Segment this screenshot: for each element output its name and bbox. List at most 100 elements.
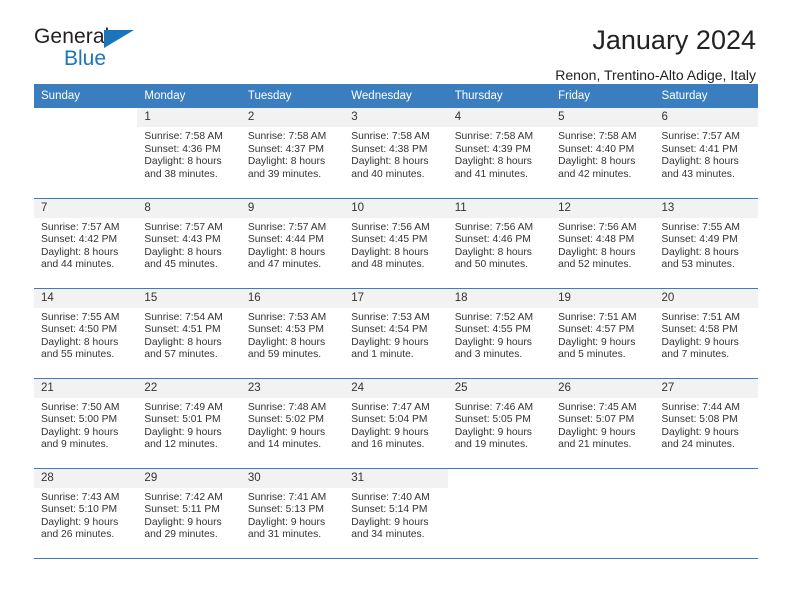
sunset-time: Sunset: 4:38 PM bbox=[351, 143, 428, 155]
day-details: Sunrise: 7:57 AM Sunset: 4:43 PM Daylight:… bbox=[137, 218, 240, 272]
calendar-day-cell[interactable]: 20 Sunrise: 7:51 AM Sunset: 4:58 PM Dayligh… bbox=[654, 287, 758, 378]
calendar-day-cell[interactable]: 21 Sunrise: 7:50 AM Sunset: 5:00 PM Dayligh… bbox=[34, 377, 138, 468]
day-number: 19 bbox=[551, 288, 655, 308]
daylight-duration-line1: Daylight: 8 hours bbox=[144, 246, 222, 258]
calendar-day-cell[interactable]: 2 Sunrise: 7:58 AM Sunset: 4:37 PM Daylight… bbox=[240, 108, 345, 198]
daylight-duration-line2: and 50 minutes. bbox=[454, 259, 528, 271]
calendar-day-cell[interactable]: 7 Sunrise: 7:57 AM Sunset: 4:42 PM Daylight… bbox=[34, 197, 138, 288]
daylight-duration-line2: and 48 minutes. bbox=[351, 259, 425, 271]
sunset-time: Sunset: 4:36 PM bbox=[144, 143, 221, 155]
daylight-duration-line1: Daylight: 8 hours bbox=[247, 336, 326, 348]
daylight-duration-line2: and 31 minutes. bbox=[247, 529, 322, 541]
calendar-day-cell[interactable]: 22 Sunrise: 7:49 AM Sunset: 5:01 PM Dayligh… bbox=[137, 377, 241, 468]
calendar-day-cell[interactable]: 16 Sunrise: 7:53 AM Sunset: 4:53 PM Dayligh… bbox=[240, 287, 345, 378]
weekday-header-saturday: Saturday bbox=[654, 84, 758, 108]
calendar-day-cell[interactable]: 12 Sunrise: 7:56 AM Sunset: 4:48 PM Dayligh… bbox=[551, 197, 655, 288]
calendar-day-cell[interactable]: 13 Sunrise: 7:55 AM Sunset: 4:49 PM Dayligh… bbox=[654, 197, 758, 288]
daylight-duration-line2: and 26 minutes. bbox=[41, 529, 115, 541]
sunset-time: Sunset: 4:58 PM bbox=[661, 324, 738, 336]
weekday-header-tuesday: Tuesday bbox=[240, 84, 345, 108]
calendar-day-cell[interactable]: 1 Sunrise: 7:58 AM Sunset: 4:36 PM Daylight… bbox=[137, 108, 241, 198]
logo-text-blue: Blue bbox=[64, 47, 107, 70]
calendar-week-row: 28 Sunrise: 7:43 AM Sunset: 5:10 PM Dayligh… bbox=[34, 467, 758, 559]
calendar-day-cell[interactable]: 23 Sunrise: 7:48 AM Sunset: 5:02 PM Dayligh… bbox=[240, 377, 345, 468]
calendar-day-cell[interactable]: 26 Sunrise: 7:45 AM Sunset: 5:07 PM Dayligh… bbox=[551, 377, 655, 468]
sunset-time: Sunset: 4:44 PM bbox=[247, 234, 324, 246]
calendar-day-cell[interactable]: 30 Sunrise: 7:41 AM Sunset: 5:13 PM Dayligh… bbox=[240, 467, 345, 559]
sunset-time: Sunset: 5:05 PM bbox=[454, 414, 531, 426]
calendar-day-cell[interactable]: 24 Sunrise: 7:47 AM Sunset: 5:04 PM Dayligh… bbox=[344, 377, 448, 468]
daylight-duration-line2: and 14 minutes. bbox=[247, 439, 322, 451]
daylight-duration-line1: Daylight: 8 hours bbox=[144, 156, 222, 168]
calendar-day-cell[interactable]: 31 Sunrise: 7:40 AM Sunset: 5:14 PM Dayligh… bbox=[344, 467, 448, 559]
calendar-day-cell[interactable]: 4 Sunrise: 7:58 AM Sunset: 4:39 PM Daylight… bbox=[447, 108, 552, 198]
daylight-duration-line1: Daylight: 9 hours bbox=[351, 336, 429, 348]
calendar-day-cell[interactable]: 19 Sunrise: 7:51 AM Sunset: 4:57 PM Dayligh… bbox=[551, 287, 655, 378]
daylight-duration-line1: Daylight: 9 hours bbox=[351, 516, 429, 528]
day-number: 22 bbox=[137, 378, 241, 398]
calendar-day-cell[interactable]: 6 Sunrise: 7:57 AM Sunset: 4:41 PM Daylight… bbox=[654, 108, 758, 198]
day-details: Sunrise: 7:58 AM Sunset: 4:38 PM Daylight:… bbox=[344, 127, 447, 181]
calendar-day-cell[interactable]: 10 Sunrise: 7:56 AM Sunset: 4:45 PM Dayligh… bbox=[344, 197, 448, 288]
sunrise-time: Sunrise: 7:49 AM bbox=[144, 401, 223, 413]
sunset-time: Sunset: 5:07 PM bbox=[558, 414, 635, 426]
calendar-week-row: 1 Sunrise: 7:58 AM Sunset: 4:36 PM Daylight… bbox=[34, 108, 758, 198]
day-details: Sunrise: 7:57 AM Sunset: 4:44 PM Daylight:… bbox=[241, 218, 344, 272]
day-details: Sunrise: 7:51 AM Sunset: 4:58 PM Daylight:… bbox=[655, 308, 758, 362]
day-details: Sunrise: 7:45 AM Sunset: 5:07 PM Daylight:… bbox=[551, 398, 654, 452]
calendar-day-cell[interactable]: 3 Sunrise: 7:58 AM Sunset: 4:38 PM Daylight… bbox=[344, 108, 448, 198]
weekday-header-monday: Monday bbox=[137, 84, 241, 108]
page-title: January 2024 bbox=[592, 25, 756, 55]
day-number: 28 bbox=[34, 468, 138, 488]
day-details: Sunrise: 7:44 AM Sunset: 5:08 PM Daylight:… bbox=[655, 398, 758, 452]
sunrise-time: Sunrise: 7:58 AM bbox=[454, 131, 534, 142]
day-number: 7 bbox=[34, 198, 138, 218]
calendar-day-cell[interactable]: 28 Sunrise: 7:43 AM Sunset: 5:10 PM Dayligh… bbox=[34, 467, 138, 559]
calendar-day-cell[interactable]: 18 Sunrise: 7:52 AM Sunset: 4:55 PM Dayligh… bbox=[447, 287, 552, 378]
calendar-day-cell[interactable]: 9 Sunrise: 7:57 AM Sunset: 4:44 PM Daylight… bbox=[240, 197, 345, 288]
day-details: Sunrise: 7:54 AM Sunset: 4:51 PM Daylight:… bbox=[137, 308, 240, 362]
calendar-day-cell[interactable]: 8 Sunrise: 7:57 AM Sunset: 4:43 PM Daylight… bbox=[137, 197, 241, 288]
daylight-duration-line2: and 34 minutes. bbox=[351, 529, 425, 541]
daylight-duration-line1: Daylight: 8 hours bbox=[41, 246, 119, 258]
day-details: Sunrise: 7:42 AM Sunset: 5:11 PM Daylight:… bbox=[137, 488, 240, 542]
calendar-day-cell[interactable]: 5 Sunrise: 7:58 AM Sunset: 4:40 PM Daylight… bbox=[551, 108, 655, 198]
sunrise-time: Sunrise: 7:46 AM bbox=[454, 401, 534, 413]
calendar-day-cell[interactable]: 11 Sunrise: 7:56 AM Sunset: 4:46 PM Dayligh… bbox=[447, 197, 552, 288]
sunset-time: Sunset: 5:04 PM bbox=[351, 414, 428, 426]
daylight-duration-line2: and 7 minutes. bbox=[661, 349, 730, 361]
daylight-duration-line2: and 1 minute. bbox=[351, 349, 414, 361]
daylight-duration-line1: Daylight: 8 hours bbox=[454, 156, 532, 168]
calendar-day-cell[interactable]: 17 Sunrise: 7:53 AM Sunset: 4:54 PM Dayligh… bbox=[344, 287, 448, 378]
daylight-duration-line2: and 42 minutes. bbox=[558, 168, 632, 180]
day-number: 30 bbox=[240, 468, 345, 488]
calendar-day-cell[interactable]: 29 Sunrise: 7:42 AM Sunset: 5:11 PM Dayligh… bbox=[137, 467, 241, 559]
calendar-day-cell[interactable]: 27 Sunrise: 7:44 AM Sunset: 5:08 PM Dayligh… bbox=[654, 377, 758, 468]
daylight-duration-line1: Daylight: 9 hours bbox=[144, 516, 222, 528]
day-details: Sunrise: 7:52 AM Sunset: 4:55 PM Daylight:… bbox=[448, 308, 551, 362]
daylight-duration-line2: and 21 minutes. bbox=[558, 439, 632, 451]
day-number: 29 bbox=[137, 468, 241, 488]
sunrise-time: Sunrise: 7:44 AM bbox=[661, 401, 740, 413]
day-details: Sunrise: 7:58 AM Sunset: 4:39 PM Daylight:… bbox=[448, 127, 551, 181]
calendar-day-cell[interactable]: 15 Sunrise: 7:54 AM Sunset: 4:51 PM Dayligh… bbox=[137, 287, 241, 378]
daylight-duration-line1: Daylight: 8 hours bbox=[661, 246, 739, 258]
day-details: Sunrise: 7:48 AM Sunset: 5:02 PM Daylight:… bbox=[241, 398, 344, 452]
sunrise-time: Sunrise: 7:48 AM bbox=[247, 401, 327, 413]
day-number bbox=[34, 108, 137, 127]
sunrise-time: Sunrise: 7:42 AM bbox=[144, 491, 223, 503]
day-number: 15 bbox=[137, 288, 241, 308]
sunrise-time: Sunrise: 7:53 AM bbox=[351, 311, 430, 323]
sunset-time: Sunset: 4:57 PM bbox=[558, 324, 635, 336]
calendar-day-cell[interactable]: 25 Sunrise: 7:46 AM Sunset: 5:05 PM Dayligh… bbox=[447, 377, 552, 468]
day-details bbox=[655, 488, 758, 492]
sunrise-time: Sunrise: 7:57 AM bbox=[144, 221, 223, 233]
calendar-day-cell[interactable]: 14 Sunrise: 7:55 AM Sunset: 4:50 PM Dayligh… bbox=[34, 287, 138, 378]
sunset-time: Sunset: 4:39 PM bbox=[454, 143, 531, 155]
day-details bbox=[34, 127, 137, 131]
sunset-time: Sunset: 4:50 PM bbox=[41, 324, 118, 336]
daylight-duration-line2: and 24 minutes. bbox=[661, 439, 735, 451]
sunset-time: Sunset: 4:43 PM bbox=[144, 234, 221, 246]
weekday-header-thursday: Thursday bbox=[447, 84, 552, 108]
sunrise-time: Sunrise: 7:57 AM bbox=[661, 131, 740, 142]
